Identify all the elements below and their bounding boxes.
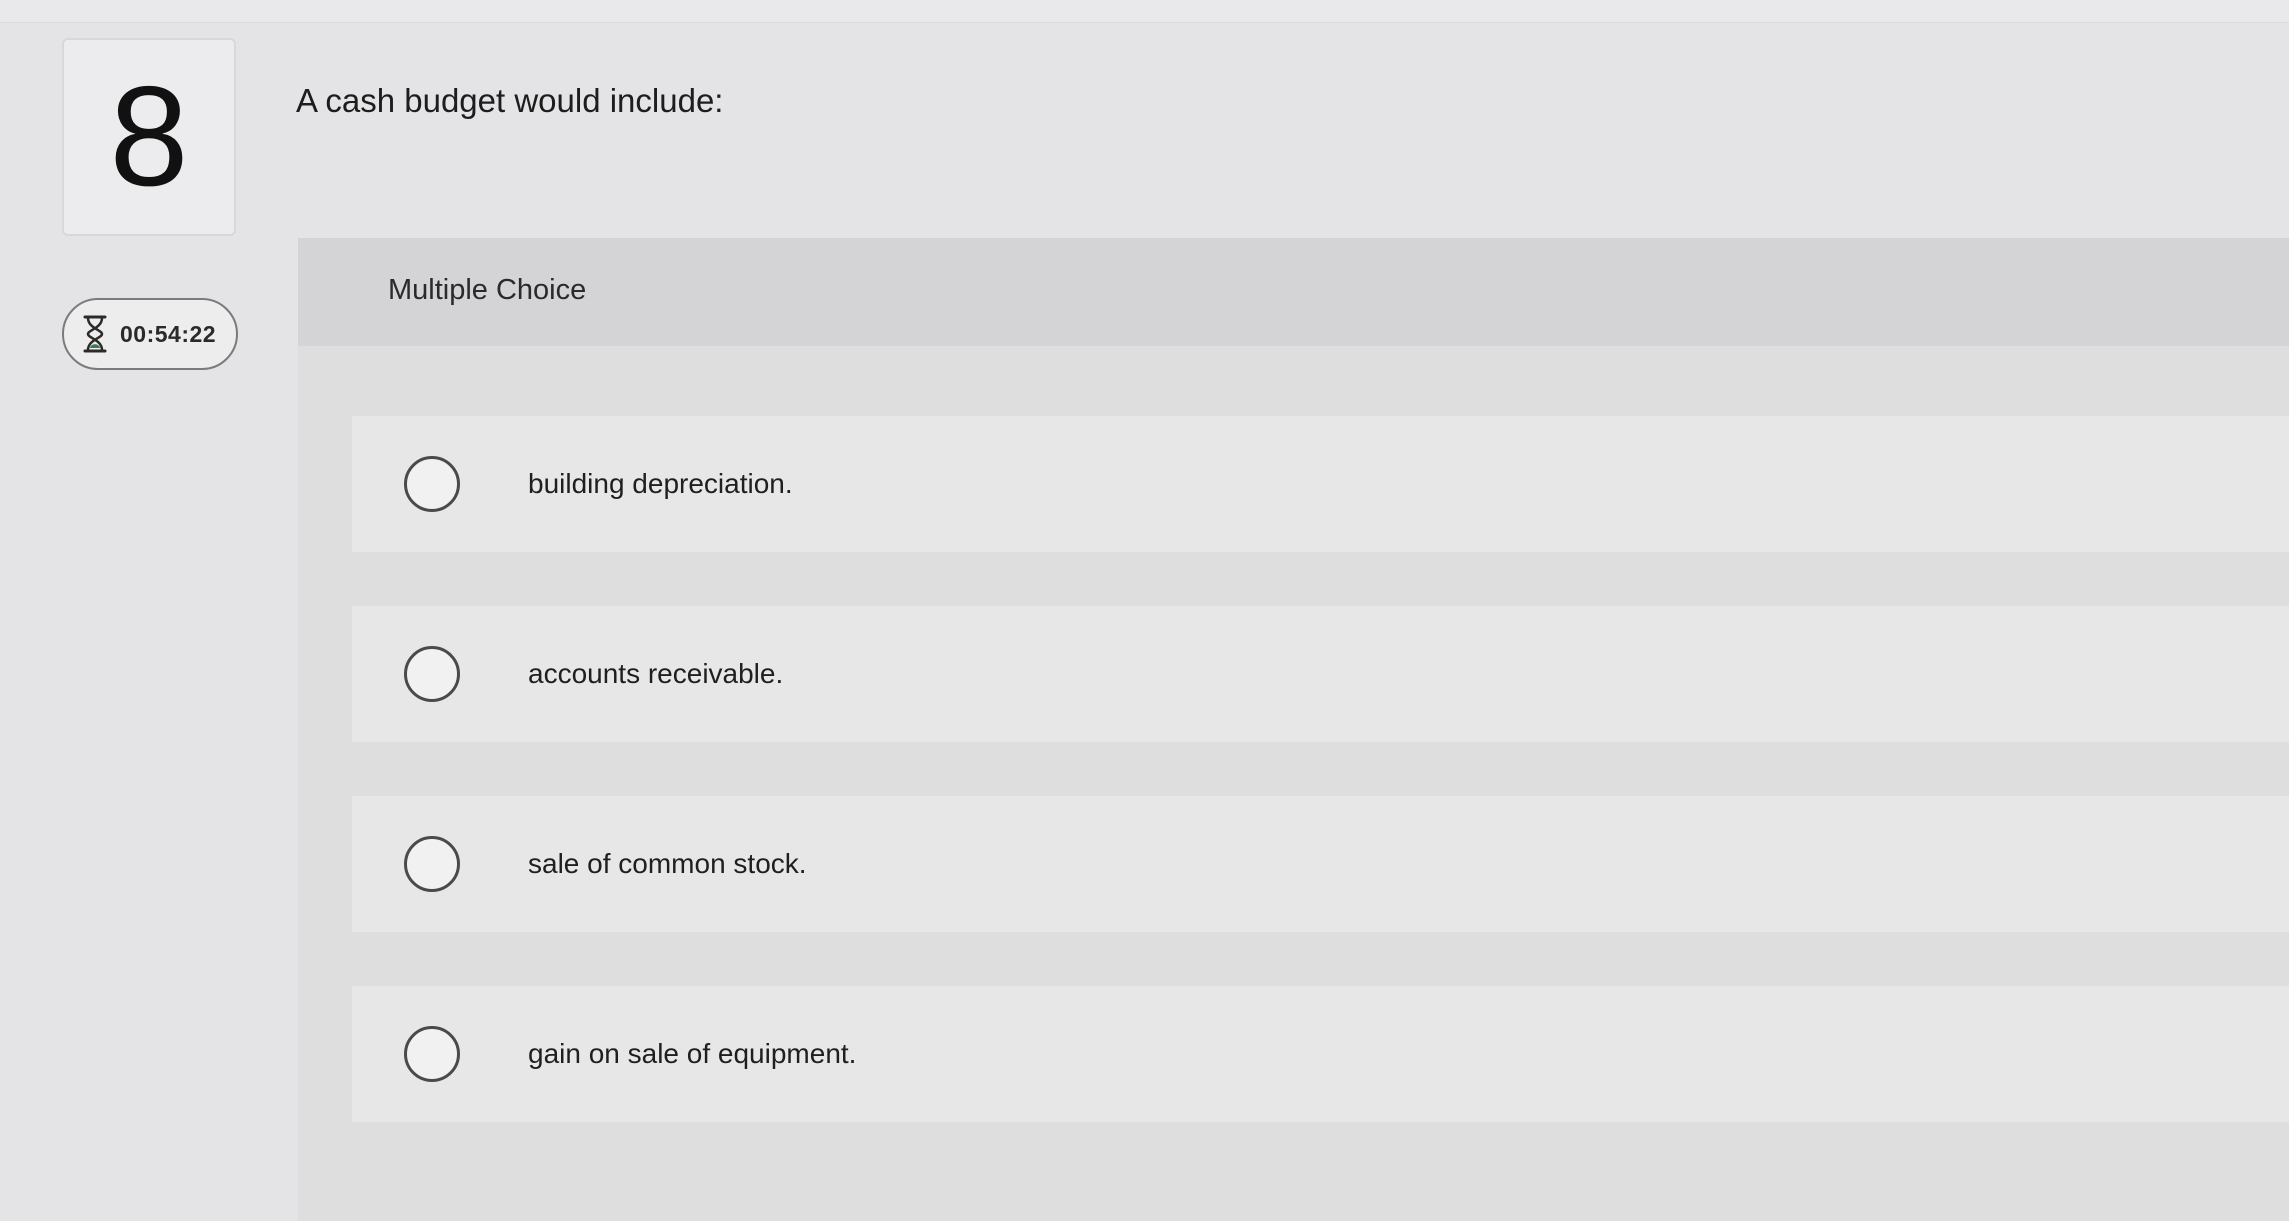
- timer-badge[interactable]: 00:54:22: [62, 298, 238, 370]
- question-type-label: Multiple Choice: [388, 274, 587, 306]
- option-label: sale of common stock.: [528, 848, 807, 879]
- option-item[interactable]: accounts receivable.: [352, 606, 2289, 742]
- radio-button[interactable]: [404, 456, 460, 512]
- option-label: building depreciation.: [528, 468, 793, 499]
- radio-button[interactable]: [404, 646, 460, 702]
- panel-header: Multiple Choice: [298, 238, 2289, 346]
- top-strip: [0, 0, 2289, 23]
- radio-button[interactable]: [404, 836, 460, 892]
- option-label: gain on sale of equipment.: [528, 1038, 857, 1069]
- option-item[interactable]: sale of common stock.: [352, 796, 2289, 932]
- question-prompt: A cash budget would include:: [296, 82, 724, 119]
- option-item[interactable]: building depreciation.: [352, 416, 2289, 552]
- option-item[interactable]: gain on sale of equipment.: [352, 986, 2289, 1122]
- option-label: accounts receivable.: [528, 658, 784, 689]
- question-number: 8: [109, 57, 189, 216]
- answer-panel: Multiple Choice building depreciation. a…: [298, 238, 2289, 1221]
- timer-value: 00:54:22: [120, 320, 217, 347]
- question-number-box: 8: [62, 38, 236, 236]
- radio-button[interactable]: [404, 1026, 460, 1082]
- options-list: building depreciation. accounts receivab…: [352, 416, 2289, 1176]
- hourglass-icon: [82, 314, 108, 354]
